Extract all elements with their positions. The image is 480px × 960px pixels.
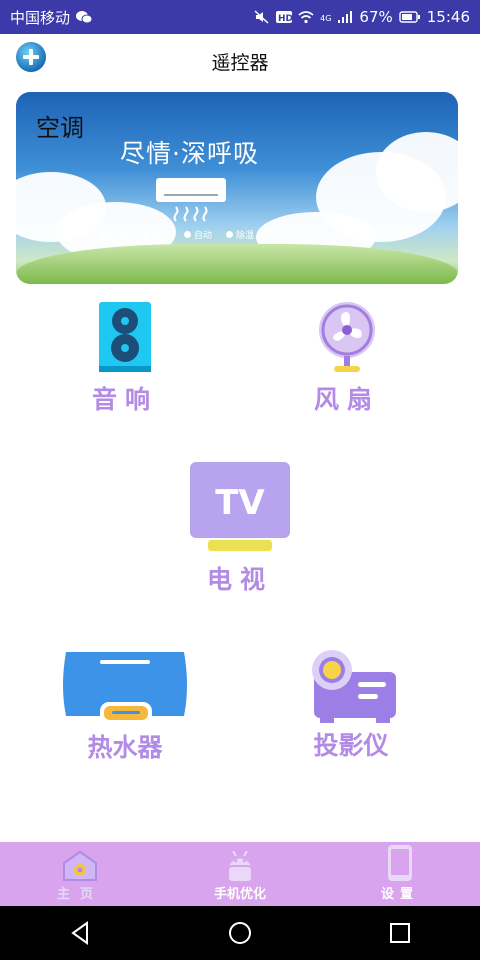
status-right: HD 4G 67% 15:46 (254, 8, 470, 26)
carrier-text: 中国移动 (10, 8, 71, 27)
air-conditioner-icon (156, 178, 226, 202)
back-button[interactable] (55, 913, 105, 953)
speaker-label: 音响 (91, 385, 158, 414)
fan-icon (319, 302, 375, 372)
tab-label-settings: 设置 (380, 887, 419, 902)
tab-label-home: 主页 (56, 887, 103, 902)
tab-label-optimize: 手机优化 (213, 887, 266, 902)
svg-text:HD: HD (278, 14, 292, 24)
recents-button[interactable] (375, 913, 425, 953)
projector-device[interactable]: 投影仪 (296, 648, 406, 762)
back-icon (71, 921, 88, 945)
battery-percent: 67% (359, 8, 393, 26)
bottom-navigation: 主页 手机优化 设置 (0, 842, 480, 906)
tv-icon: TV (190, 462, 290, 551)
projector-label: 投影仪 (313, 731, 389, 760)
banner-label: 空调 (36, 114, 84, 142)
clock-text: 15:46 (426, 8, 470, 26)
fan-label: 风扇 (313, 385, 380, 414)
fan-device[interactable]: 风扇 (292, 300, 402, 416)
tab-home[interactable]: 主页 (0, 842, 160, 906)
airflow-icon (173, 206, 208, 222)
system-navigation-bar (0, 906, 480, 960)
water-heater-device[interactable]: 热水器 (58, 650, 192, 764)
mute-icon (254, 10, 269, 24)
phone-icon (388, 845, 412, 881)
grass-shape (16, 244, 458, 284)
speaker-icon (99, 302, 151, 372)
home-icon (63, 850, 97, 881)
air-conditioner-banner[interactable]: 空调 尽情·深呼吸 制冷 制热 自动 除湿 (16, 92, 458, 284)
cool-mode-icon (100, 231, 107, 238)
mode-item: 制热 (142, 228, 170, 241)
tab-settings[interactable]: 设置 (320, 842, 480, 906)
mode-label: 自动 (194, 231, 213, 241)
hd-icon: HD (276, 11, 293, 24)
title-bar: 遥控器 (0, 34, 480, 88)
mode-list: 制冷 制热 自动 除湿 (100, 228, 254, 241)
battery-icon (399, 11, 420, 23)
tv-icon-text: TV (215, 483, 265, 523)
mode-item: 除湿 (226, 228, 254, 241)
banner-slogan: 尽情·深呼吸 (120, 139, 259, 168)
tv-device[interactable]: TV 电视 (185, 460, 295, 596)
square-recents-icon (390, 923, 410, 943)
android-icon (229, 850, 251, 881)
wechat-icon (76, 11, 93, 24)
tv-label: 电视 (206, 565, 273, 594)
mode-item: 自动 (184, 228, 212, 241)
status-left: 中国移动 (10, 7, 93, 28)
wifi-icon (298, 11, 314, 24)
tab-optimize[interactable]: 手机优化 (160, 842, 320, 906)
network-type-text: 4G (320, 14, 332, 23)
water-heater-icon (63, 652, 187, 724)
mode-label: 制热 (152, 231, 171, 241)
speaker-device[interactable]: 音响 (70, 300, 180, 416)
signal-icon (338, 11, 353, 23)
status-bar: 中国移动 HD 4G 67% 15:46 (0, 0, 480, 34)
projector-icon (312, 650, 396, 723)
circle-home-icon (229, 922, 251, 944)
dry-mode-icon (226, 231, 234, 238)
mode-label: 除湿 (236, 231, 255, 241)
auto-mode-icon (184, 231, 192, 238)
water-heater-label: 热水器 (87, 733, 163, 762)
mode-label: 制冷 (110, 231, 129, 241)
heat-mode-icon (142, 231, 150, 238)
page-title: 遥控器 (211, 51, 269, 74)
mode-item: 制冷 (100, 228, 128, 241)
home-button[interactable] (215, 913, 265, 953)
